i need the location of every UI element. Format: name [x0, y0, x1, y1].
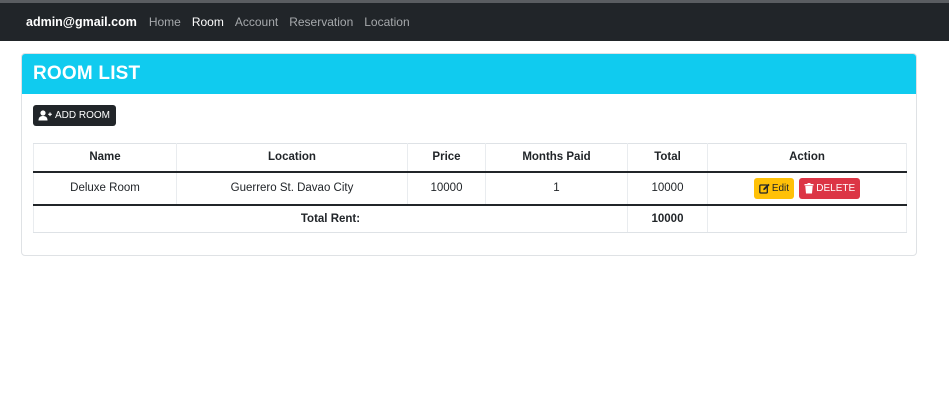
column-header-months-paid: Months Paid: [485, 143, 628, 173]
page-title: ROOM LIST: [33, 63, 141, 84]
column-header-name: Name: [33, 143, 177, 173]
room-table: Name Location Price Months Paid Total Ac…: [33, 143, 907, 233]
column-header-action: Action: [707, 143, 907, 173]
cell-name: Deluxe Room: [33, 171, 177, 206]
user-plus-icon: [38, 110, 52, 121]
delete-button[interactable]: DELETE: [799, 177, 861, 199]
trash-icon: [804, 182, 814, 193]
total-rent-label: Total Rent:: [33, 204, 628, 233]
card-header: ROOM LIST: [22, 54, 916, 94]
column-header-total: Total: [627, 143, 708, 173]
cell-price: 10000: [407, 171, 486, 206]
nav-link-location[interactable]: Location: [364, 15, 409, 29]
delete-label: DELETE: [816, 182, 856, 194]
column-header-price: Price: [407, 143, 486, 173]
cell-total: 10000: [627, 171, 708, 206]
total-row: Total Rent: 10000: [33, 204, 907, 233]
nav-link-reservation[interactable]: Reservation: [289, 15, 353, 29]
cell-location: Guerrero St. Davao City: [176, 171, 408, 206]
add-room-label: ADD ROOM: [55, 110, 110, 121]
edit-label: Edit: [771, 182, 790, 194]
navbar-brand[interactable]: admin@gmail.com: [26, 15, 137, 29]
edit-button[interactable]: Edit: [753, 177, 795, 199]
table-header-row: Name Location Price Months Paid Total Ac…: [33, 143, 907, 173]
edit-icon: [758, 183, 770, 194]
total-rent-value: 10000: [627, 204, 708, 233]
navbar: admin@gmail.com Home Room Account Reserv…: [0, 3, 949, 41]
table-row: Deluxe Room Guerrero St. Davao City 1000…: [33, 171, 907, 206]
add-room-button[interactable]: ADD ROOM: [33, 105, 116, 126]
cell-months-paid: 1: [485, 171, 628, 206]
cell-action: Edit DELETE: [707, 171, 907, 206]
total-row-empty-cell: [707, 204, 907, 233]
column-header-location: Location: [176, 143, 408, 173]
room-list-card: ROOM LIST ADD ROOM Name Location Price M…: [21, 53, 917, 256]
nav-link-home[interactable]: Home: [149, 15, 181, 29]
nav-link-account[interactable]: Account: [235, 15, 278, 29]
nav-link-room[interactable]: Room: [192, 15, 224, 29]
